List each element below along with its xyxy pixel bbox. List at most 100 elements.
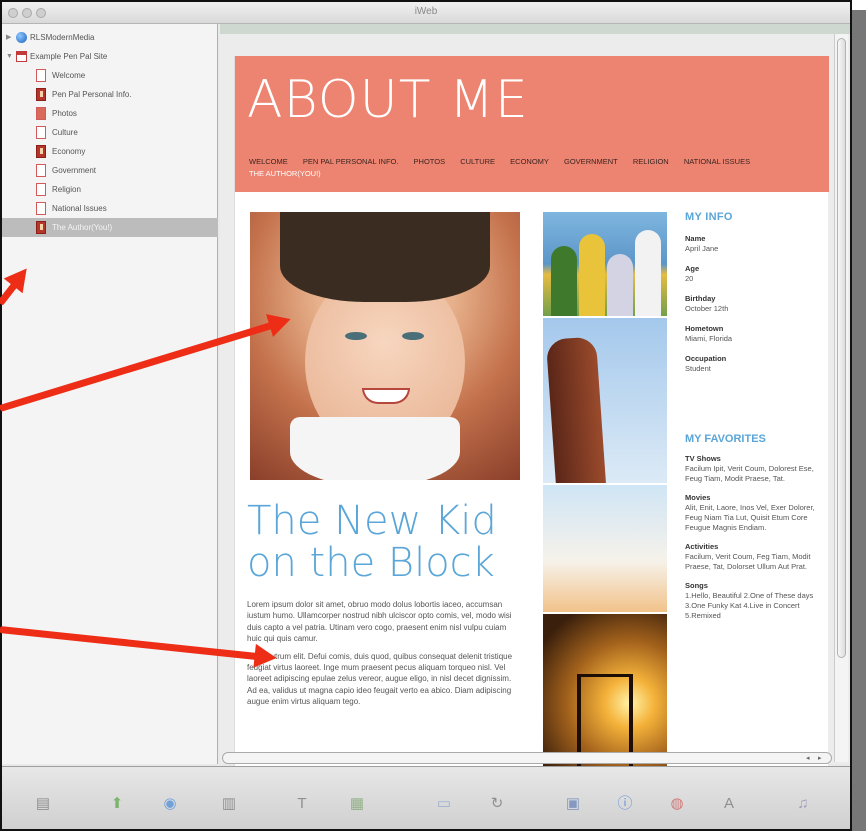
sidebar-item-pen-pal-info[interactable]: Pen Pal Personal Info. (2, 85, 218, 104)
favorite-value: Facilum, Verit Coum, Feg Tiam, Modit Pra… (685, 552, 811, 571)
info-value: 20 (685, 274, 694, 283)
favorite-label: Activities (685, 542, 719, 551)
sidebar-item-national-issues[interactable]: National Issues (2, 199, 218, 218)
photo-beanie (280, 212, 490, 302)
media-icon[interactable]: ▣ (562, 793, 584, 815)
text-box-icon[interactable]: T (291, 793, 313, 815)
favorite-value: 1.Hello, Beautiful 2.One of These days 3… (685, 591, 814, 620)
favorite-field: Movies Alit, Enit, Laore, Inos Vel, Exer … (685, 493, 825, 533)
sidebar-item-label: Economy (52, 147, 86, 156)
favorite-field: TV Shows Facilum Ipit, Verit Coum, Dolore… (685, 454, 825, 484)
body-paragraph: Lorem ipsum dolor sit amet, obruo modo d… (247, 600, 512, 644)
shapes-icon[interactable]: ▦ (346, 793, 368, 815)
body-text-box[interactable]: Lorem ipsum dolor sit amet, obruo modo d… (247, 599, 522, 714)
vertical-scrollbar[interactable] (834, 34, 848, 762)
headline-text[interactable]: The New Kid on the Block (247, 500, 527, 584)
info-field: Hometown Miami, Florida (685, 324, 825, 344)
photo-person (579, 234, 605, 316)
info-field: Birthday October 12th (685, 294, 825, 314)
page-icon (36, 69, 46, 82)
photo-person (635, 230, 661, 316)
adjust-icon[interactable]: ♫ (792, 793, 814, 815)
sidebar-item-label: Religion (52, 185, 81, 194)
web-page[interactable]: ABOUT ME WELCOME PEN PAL PERSONAL INFO. … (234, 56, 829, 776)
photos-page-icon (36, 107, 46, 120)
nav-link[interactable]: RELIGION (633, 156, 669, 168)
sidebar-item-author[interactable]: The Author(You!) (2, 218, 218, 237)
info-label: Occupation (685, 354, 727, 363)
page-icon (36, 202, 46, 215)
info-value: Student (685, 364, 711, 373)
sidebar-item-economy[interactable]: Economy (2, 142, 218, 161)
info-value: Miami, Florida (685, 334, 733, 343)
theme-icon[interactable]: ▥ (218, 793, 240, 815)
sidebar-item-photos[interactable]: Photos (2, 104, 218, 123)
canvas-area: ABOUT ME WELCOME PEN PAL PERSONAL INFO. … (220, 24, 850, 776)
photo-person (551, 246, 577, 316)
inspector-icon[interactable]: ⓘ (614, 793, 636, 815)
scroll-left-arrow-icon[interactable]: ◂ (806, 754, 810, 762)
scroll-right-arrow-icon[interactable]: ▸ (818, 754, 822, 762)
beach-photo[interactable] (543, 485, 667, 612)
nav-link[interactable]: ECONOMY (510, 156, 549, 168)
photo-eye (402, 332, 424, 340)
info-field: Age 20 (685, 264, 825, 284)
nav-link[interactable]: CULTURE (460, 156, 495, 168)
my-favorites-panel[interactable]: MY FAVORITES TV Shows Facilum Ipit, Verit… (685, 434, 825, 630)
sidebar-item-label: Government (52, 166, 97, 175)
publish-icon[interactable]: ⬆ (106, 793, 128, 815)
rotate-icon[interactable]: ↻ (486, 793, 508, 815)
page-title[interactable]: ABOUT ME (247, 70, 529, 130)
info-value: April Jane (685, 244, 719, 253)
sidebar-item-server[interactable]: ▶ RLSModernMedia (2, 28, 218, 47)
nav-link[interactable]: PHOTOS (414, 156, 446, 168)
mask-icon[interactable]: ▭ (433, 793, 455, 815)
climber-photo[interactable] (543, 318, 667, 483)
colors-icon[interactable]: ◍ (666, 793, 688, 815)
portrait-photo[interactable] (250, 212, 520, 480)
sidebar-item-government[interactable]: Government (2, 161, 218, 180)
page-icon (36, 164, 46, 177)
nav-link-active[interactable]: THE AUTHOR(YOU!) (249, 168, 321, 180)
info-label: Age (685, 264, 700, 273)
visit-icon[interactable]: ◉ (159, 793, 181, 815)
sidebar-item-label: RLSModernMedia (30, 33, 95, 42)
vertical-scroll-thumb[interactable] (837, 38, 846, 658)
disclosure-triangle-icon[interactable]: ▶ (6, 28, 11, 47)
info-label: Hometown (685, 324, 724, 333)
nav-link[interactable]: WELCOME (249, 156, 288, 168)
favorite-field: Activities Facilum, Verit Coum, Feg Tiam,… (685, 542, 825, 572)
sidebar-item-label: The Author(You!) (52, 223, 113, 232)
sidebar-item-welcome[interactable]: Welcome (2, 66, 218, 85)
favorite-value: Alit, Enit, Laore, Inos Vel, Exer Dolore… (685, 503, 815, 532)
favorite-label: Movies (685, 493, 711, 502)
header-banner[interactable]: ABOUT ME WELCOME PEN PAL PERSONAL INFO. … (235, 56, 829, 192)
sidebar-item-religion[interactable]: Religion (2, 180, 218, 199)
info-label: Birthday (685, 294, 716, 303)
page-icon (36, 221, 46, 234)
favorite-field: Songs 1.Hello, Beautiful 2.One of These d… (685, 581, 825, 621)
window-shadow (852, 10, 866, 831)
nav-link[interactable]: PEN PAL PERSONAL INFO. (303, 156, 399, 168)
disclosure-triangle-icon[interactable]: ▼ (6, 47, 13, 66)
sidebar-item-label: Example Pen Pal Site (30, 52, 108, 61)
photo-person (607, 254, 633, 316)
photo-rock (545, 336, 607, 483)
sidebar-item-culture[interactable]: Culture (2, 123, 218, 142)
app-window: iWeb ▶ RLSModernMedia ▼ Example Pen Pal … (0, 0, 852, 831)
sidebar-item-site[interactable]: ▼ Example Pen Pal Site (2, 47, 218, 66)
navigation-menu: WELCOME PEN PAL PERSONAL INFO. PHOTOS CU… (249, 156, 829, 180)
nav-link[interactable]: NATIONAL ISSUES (684, 156, 750, 168)
body-paragraph: Cogo, utrum elit. Defui comis, duis quod… (247, 651, 513, 707)
my-info-panel[interactable]: MY INFO Name April Jane Age 20 Birthday Oct… (685, 212, 825, 384)
horizontal-scrollbar[interactable] (222, 752, 832, 764)
add-page-icon[interactable]: ▤ (32, 793, 54, 815)
fonts-icon[interactable]: A (718, 793, 740, 815)
title-bar: iWeb (2, 2, 850, 24)
nav-link[interactable]: GOVERNMENT (564, 156, 618, 168)
ruler-strip (220, 24, 850, 34)
friends-photo[interactable] (543, 212, 667, 316)
globe-icon (16, 32, 27, 43)
favorite-label: TV Shows (685, 454, 721, 463)
site-icon (16, 51, 27, 62)
